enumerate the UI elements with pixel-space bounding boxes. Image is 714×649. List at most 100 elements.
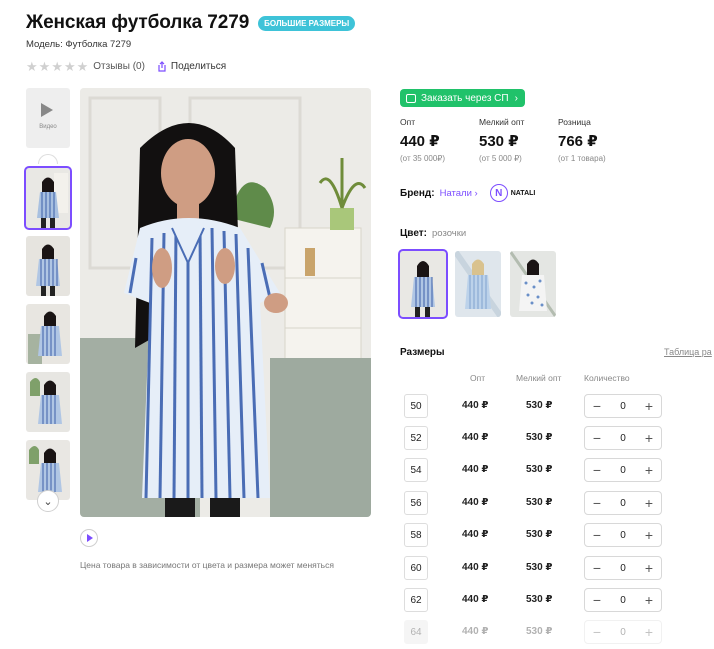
rating-stars: ★ ★ ★ ★ ★ xyxy=(26,60,88,73)
price-tiers: Опт 440 ₽ (от 35 000₽) Мелкий опт 530 ₽ … xyxy=(400,117,637,163)
play-video-button[interactable] xyxy=(80,529,98,547)
chevron-right-icon: › xyxy=(514,92,518,104)
size-price-opt: 440 ₽ xyxy=(462,400,489,411)
plus-size-badge[interactable]: БОЛЬШИЕ РАЗМЕРЫ xyxy=(258,15,356,31)
price-tier-opt: Опт 440 ₽ (от 35 000₽) xyxy=(400,117,479,163)
price-label: Мелкий опт xyxy=(479,117,525,127)
quantity-value[interactable]: 0 xyxy=(620,401,626,412)
plus-icon: + xyxy=(644,624,654,640)
minus-icon[interactable]: − xyxy=(591,593,603,607)
thumbnail-image[interactable] xyxy=(26,236,70,296)
size-price-small-opt: 530 ₽ xyxy=(526,400,553,411)
price-value: 440 ₽ xyxy=(400,133,440,150)
minus-icon[interactable]: − xyxy=(591,561,603,575)
brand-row: Бренд: Натали › N NATALI xyxy=(400,184,535,202)
plus-icon[interactable]: + xyxy=(643,431,655,445)
plus-icon[interactable]: + xyxy=(643,399,655,413)
color-swatch-2[interactable] xyxy=(455,251,501,317)
size-value: 56 xyxy=(404,491,428,515)
share-label: Поделиться xyxy=(170,61,227,72)
size-table-link[interactable]: Таблица ра xyxy=(664,347,714,357)
plus-icon[interactable]: + xyxy=(643,593,655,607)
star-icon: ★ xyxy=(38,59,51,74)
star-icon: ★ xyxy=(63,59,76,74)
plus-icon[interactable]: + xyxy=(643,561,655,575)
thumbnail-image[interactable] xyxy=(24,166,72,230)
reviews-link[interactable]: Отзывы (0) xyxy=(93,61,145,72)
color-swatch-3[interactable] xyxy=(510,251,556,317)
minus-icon[interactable]: − xyxy=(591,463,603,477)
size-value: 52 xyxy=(404,426,428,450)
minus-icon[interactable]: − xyxy=(591,399,603,413)
column-header-qty: Количество xyxy=(584,373,630,383)
size-row: 62 440 ₽ 530 ₽ − 0 + xyxy=(400,588,700,612)
minus-icon[interactable]: − xyxy=(591,496,603,510)
price-tier-retail: Розница 766 ₽ (от 1 товара) xyxy=(558,117,637,163)
price-tier-small-opt: Мелкий опт 530 ₽ (от 5 000 ₽) xyxy=(479,117,558,163)
color-swatches xyxy=(398,249,556,319)
brand-logo[interactable]: N NATALI xyxy=(489,184,536,202)
chevron-down-icon[interactable]: ⌄ xyxy=(37,490,59,512)
plus-icon[interactable]: + xyxy=(643,496,655,510)
size-row-disabled: 64 440 ₽ 530 ₽ − 0 + xyxy=(400,620,700,644)
quantity-stepper: − 0 + xyxy=(584,394,662,418)
quantity-stepper: − 0 + xyxy=(584,556,662,580)
price-note: Цена товара в зависимости от цвета и раз… xyxy=(80,560,334,570)
thumbnail-list: Видео ⌄ xyxy=(24,88,72,512)
size-price-small-opt: 530 ₽ xyxy=(526,562,553,573)
plus-icon[interactable]: + xyxy=(643,463,655,477)
quantity-stepper: − 0 + xyxy=(584,588,662,612)
quantity-stepper: − 0 + xyxy=(584,620,662,644)
order-sp-label: Заказать через СП xyxy=(421,92,509,104)
price-value: 766 ₽ xyxy=(558,133,598,150)
main-product-image[interactable] xyxy=(80,88,371,517)
quantity-value[interactable]: 0 xyxy=(620,563,626,574)
size-value: 64 xyxy=(404,620,428,644)
size-price-opt: 440 ₽ xyxy=(462,464,489,475)
rating-row: ★ ★ ★ ★ ★ Отзывы (0) Поделиться xyxy=(26,60,226,73)
price-condition: (от 5 000 ₽) xyxy=(479,154,522,163)
video-thumbnail[interactable]: Видео xyxy=(26,88,70,148)
color-swatch-roses[interactable] xyxy=(398,249,448,319)
star-icon: ★ xyxy=(51,59,63,74)
quantity-value[interactable]: 0 xyxy=(620,595,626,606)
price-condition: (от 35 000₽) xyxy=(400,154,446,163)
column-header-opt: Опт xyxy=(470,373,486,383)
size-value: 62 xyxy=(404,588,428,612)
share-button[interactable]: Поделиться xyxy=(157,61,226,72)
size-row: 54 440 ₽ 530 ₽ − 0 + xyxy=(400,458,700,482)
thumbnail-image[interactable] xyxy=(26,372,70,432)
thumbnail-image[interactable] xyxy=(26,304,70,364)
minus-icon[interactable]: − xyxy=(591,431,603,445)
quantity-stepper: − 0 + xyxy=(584,491,662,515)
star-icon: ★ xyxy=(76,59,89,74)
size-price-small-opt: 530 ₽ xyxy=(526,594,553,605)
size-row: 60 440 ₽ 530 ₽ − 0 + xyxy=(400,556,700,580)
column-header-small-opt: Мелкий опт xyxy=(516,373,562,383)
price-label: Розница xyxy=(558,117,591,127)
quantity-value[interactable]: 0 xyxy=(620,433,626,444)
star-icon: ★ xyxy=(26,59,38,74)
quantity-value[interactable]: 0 xyxy=(620,465,626,476)
brand-logo-mark: N xyxy=(489,184,508,202)
play-icon xyxy=(41,103,53,117)
quantity-stepper: − 0 + xyxy=(584,523,662,547)
size-price-opt: 440 ₽ xyxy=(462,529,489,540)
minus-icon[interactable]: − xyxy=(591,528,603,542)
quantity-value[interactable]: 0 xyxy=(620,498,626,509)
product-model: Модель: Футболка 7279 xyxy=(26,39,132,50)
size-row: 52 440 ₽ 530 ₽ − 0 + xyxy=(400,426,700,450)
brand-link[interactable]: Натали › xyxy=(440,188,478,199)
size-row: 56 440 ₽ 530 ₽ − 0 + xyxy=(400,491,700,515)
thumbs-scroll-up[interactable] xyxy=(38,154,58,164)
share-icon xyxy=(158,61,166,72)
plus-icon[interactable]: + xyxy=(643,528,655,542)
size-value: 50 xyxy=(404,394,428,418)
order-sp-button[interactable]: Заказать через СП › xyxy=(400,89,525,107)
minus-icon: − xyxy=(592,624,602,640)
brand-logo-name: NATALI xyxy=(510,189,536,197)
size-price-opt: 440 ₽ xyxy=(462,594,489,605)
quantity-value[interactable]: 0 xyxy=(620,530,626,541)
size-price-opt: 440 ₽ xyxy=(462,432,489,443)
color-row: Цвет: розочки xyxy=(400,228,466,239)
